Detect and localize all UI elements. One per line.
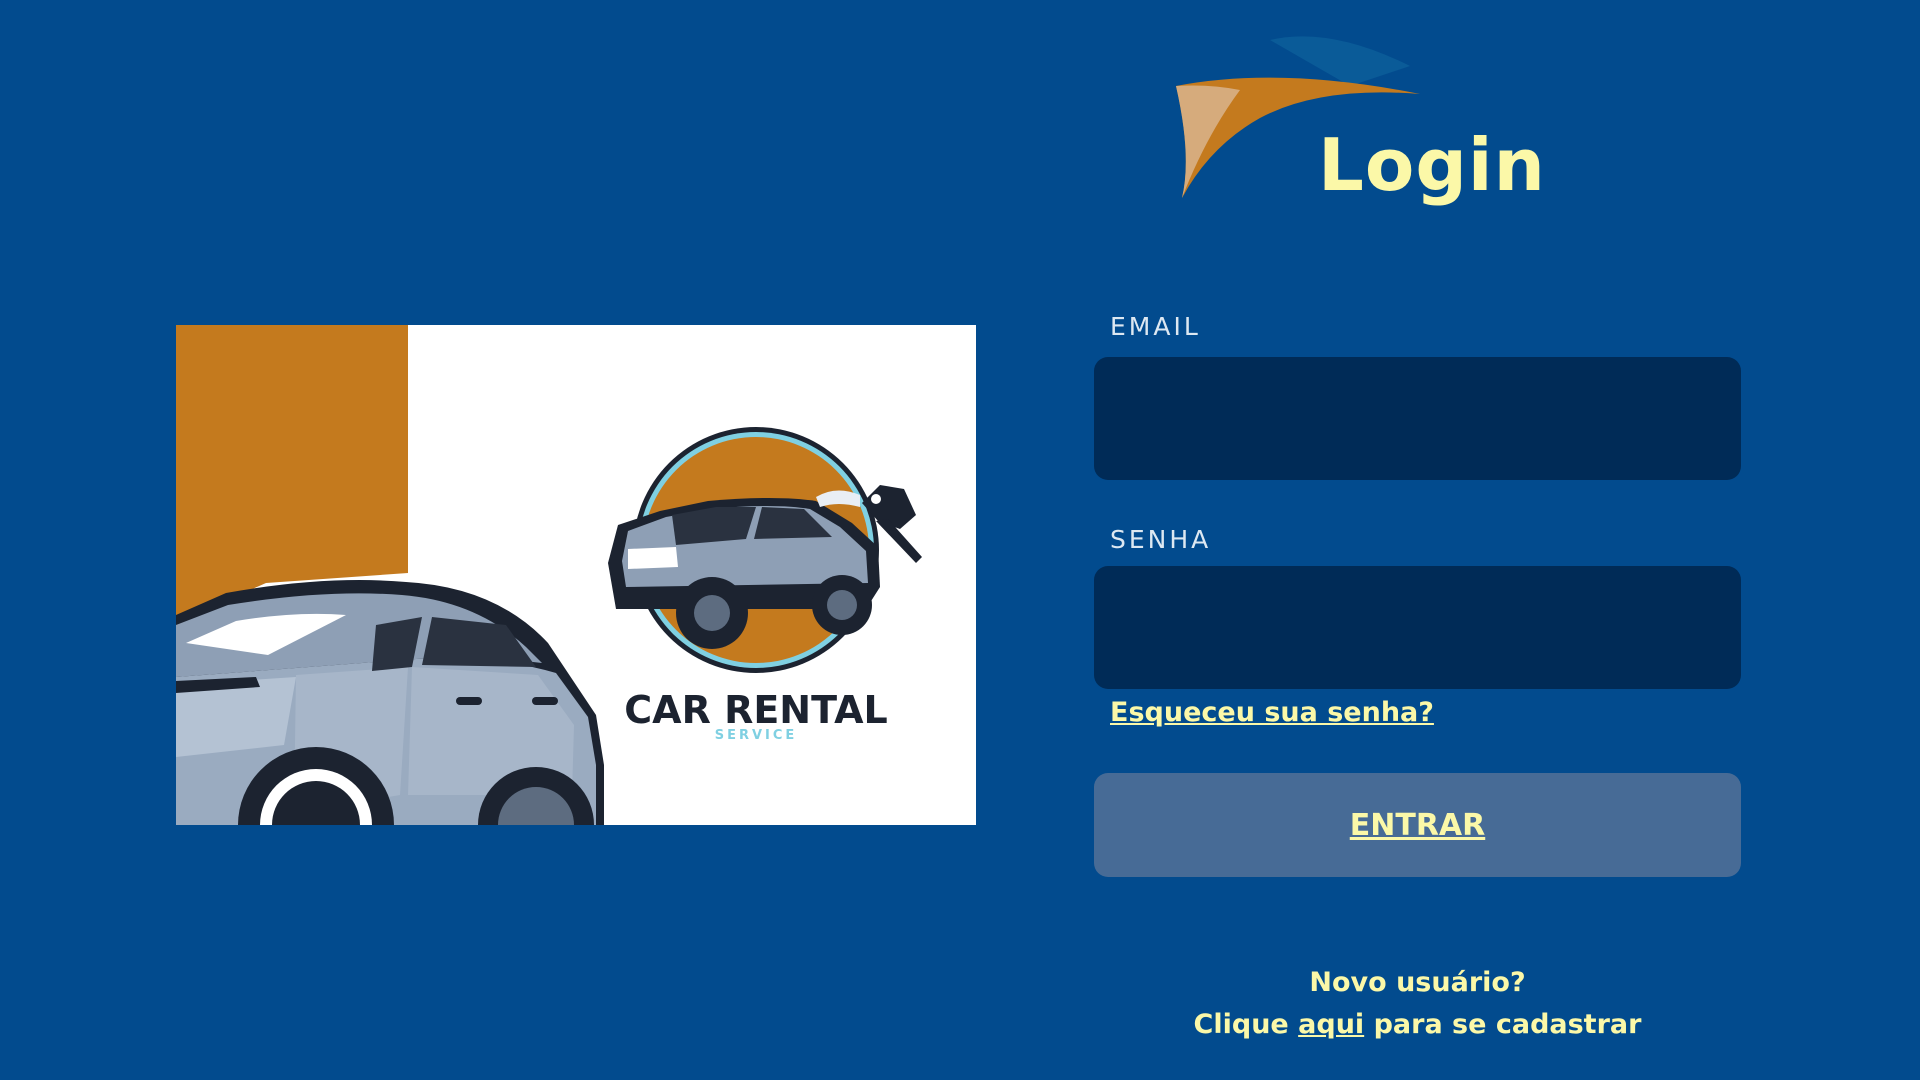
- login-button-label: ENTRAR: [1349, 807, 1486, 843]
- email-label: EMAIL: [1110, 312, 1201, 341]
- orange-block: [176, 325, 408, 625]
- page-title: Login: [1318, 123, 1546, 207]
- signup-prefix: Clique: [1193, 1009, 1289, 1040]
- forgot-password-link[interactable]: Esqueceu sua senha?: [1110, 697, 1434, 728]
- logo-title: CAR RENTAL: [624, 688, 887, 732]
- email-field[interactable]: [1094, 357, 1741, 480]
- car-rental-logo: [608, 427, 880, 673]
- password-label: SENHA: [1110, 525, 1212, 554]
- password-field[interactable]: [1094, 566, 1741, 689]
- hero-image: CAR RENTAL SERVICE: [176, 325, 976, 825]
- signup-prompt: Novo usuário? Clique aqui para se cadast…: [1094, 962, 1741, 1046]
- signup-line: Clique aqui para se cadastrar: [1094, 1004, 1741, 1046]
- car-illustration: [176, 580, 604, 825]
- signup-question: Novo usuário?: [1309, 967, 1526, 998]
- signup-link[interactable]: aqui: [1298, 1009, 1364, 1040]
- logo-subtitle: SERVICE: [715, 728, 798, 743]
- car-rental-banner: CAR RENTAL SERVICE: [176, 325, 922, 825]
- login-button[interactable]: ENTRAR: [1094, 773, 1741, 877]
- signup-suffix: para se cadastrar: [1373, 1009, 1642, 1040]
